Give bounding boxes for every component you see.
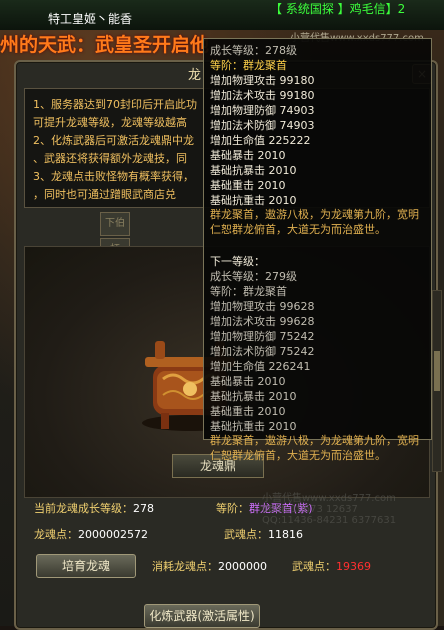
tooltip-attribute-line: 基础暴击 2010 bbox=[210, 149, 286, 162]
cost-dragon-stat: 消耗龙魂点：2000000 bbox=[152, 558, 267, 574]
tooltip-attribute-line: 基础重击 2010 bbox=[210, 179, 286, 192]
tooltip-lore-text: 群龙聚首，遨游八极，为龙魂第九阶，宽明仁恕群龙俯首，大道无为而治盛世。 bbox=[210, 208, 419, 236]
tooltip-next-attribute-line: 基础抗重击 2010 bbox=[210, 420, 297, 433]
tooltip-attribute-line: 增加法术防御 74903 bbox=[210, 119, 315, 132]
tooltip-next-attribute-line: 增加法术防御 75242 bbox=[210, 345, 315, 358]
rank-label: 等阶： bbox=[216, 502, 249, 515]
description-line: 可提升龙魂等级，龙魂等级越高 bbox=[33, 116, 187, 129]
watermark-line: QQ:11436-84231 6377631 bbox=[262, 515, 397, 526]
tooltip-attribute-line: 增加生命值 225222 bbox=[210, 134, 311, 147]
cost-weapon-label: 武魂点： bbox=[292, 560, 336, 573]
dragon-points-label: 龙魂点： bbox=[34, 528, 78, 541]
description-line: 1、服务器达到70封印后开启此功 bbox=[33, 98, 197, 111]
tooltip-next-header: 下一等级： bbox=[210, 255, 265, 268]
watermark-line: 0888-10673 12637 bbox=[262, 504, 358, 515]
weapon-points-label: 武魂点： bbox=[224, 528, 268, 541]
tooltip-next-attribute-line: 成长等级：279级 bbox=[210, 270, 297, 283]
description-line: ，同时也可通过蹭眼武商店兑 bbox=[33, 188, 176, 201]
tooltip-attribute-line: 基础抗重击 2010 bbox=[210, 194, 297, 207]
top-bar: 特工皇姬丶能香 【 系统国探 】鸡毛信】2 bbox=[0, 0, 444, 30]
dragon-points-value: 2000002572 bbox=[78, 528, 148, 541]
tooltip-next-attribute-line: 增加物理攻击 99628 bbox=[210, 300, 315, 313]
panel-title: 龙 bbox=[188, 68, 202, 83]
tooltip-next-attribute-line: 增加生命值 226241 bbox=[210, 360, 311, 373]
cost-dragon-label: 消耗龙魂点： bbox=[152, 560, 218, 573]
equipment-slot[interactable]: 下伯 bbox=[100, 212, 130, 236]
growth-level-value: 278 bbox=[133, 502, 154, 515]
cultivate-dragon-soul-button[interactable]: 培育龙魂 bbox=[36, 554, 136, 578]
dragon-points-stat: 龙魂点：2000002572 bbox=[34, 526, 148, 542]
cost-weapon-value: 19369 bbox=[336, 560, 371, 573]
watermark: 小营代售www.xxds777.com 0888-10673 12637 QQ:… bbox=[262, 493, 396, 526]
tooltip-next-attribute-line: 等阶：群龙聚首 bbox=[210, 285, 287, 298]
description-line: 、武器还将获得额外龙魂技，同 bbox=[33, 152, 187, 165]
tooltip-attribute-line: 基础抗暴击 2010 bbox=[210, 164, 297, 177]
refine-weapon-button[interactable]: 化炼武器(激活属性) bbox=[144, 604, 260, 628]
cost-weapon-stat: 武魂点：19369 bbox=[292, 558, 371, 574]
tooltip-scrollbar[interactable] bbox=[432, 290, 442, 472]
tooltip-lore-text: 群龙聚首，遨游八极，为龙魂第九阶，宽明仁恕群龙俯首，大道无为而治盛世。 bbox=[210, 434, 419, 462]
scrollbar-thumb[interactable] bbox=[434, 351, 440, 391]
system-message: 【 系统国探 】鸡毛信】2 bbox=[270, 2, 406, 16]
tooltip-attribute-line: 增加法术攻击 99180 bbox=[210, 89, 315, 102]
description-line: 2、化炼武器后可激活龙魂鼎中龙 bbox=[33, 134, 194, 147]
scrolling-announcement: 州的天武：武皇圣开启他 bbox=[0, 34, 210, 56]
description-line: 3、龙魂点击败怪物有概率获得， bbox=[33, 170, 194, 183]
growth-level-label: 当前龙魂成长等级： bbox=[34, 502, 133, 515]
tooltip-next-attribute-line: 基础暴击 2010 bbox=[210, 375, 286, 388]
tooltip-next-attribute-line: 基础抗暴击 2010 bbox=[210, 390, 297, 403]
cost-dragon-value: 2000000 bbox=[218, 560, 267, 573]
watermark-line: 小营代售www.xxds777.com bbox=[262, 493, 396, 504]
tooltip-next-attribute-line: 增加物理防御 75242 bbox=[210, 330, 315, 343]
tooltip-attribute-line: 成长等级：278级 bbox=[210, 44, 297, 57]
tooltip-next-attribute-line: 增加法术攻击 99628 bbox=[210, 315, 315, 328]
weapon-points-stat: 武魂点：11816 bbox=[224, 526, 303, 542]
growth-level-stat: 当前龙魂成长等级：278 bbox=[34, 500, 154, 516]
tooltip-attribute-line: 增加物理攻击 99180 bbox=[210, 74, 315, 87]
tooltip-rank-line: 等阶：群龙聚首 bbox=[210, 59, 287, 72]
tooltip-attribute-line: 增加物理防御 74903 bbox=[210, 104, 315, 117]
tooltip-next-attribute-line: 基础重击 2010 bbox=[210, 405, 286, 418]
attribute-tooltip: 成长等级：278级 等阶：群龙聚首 增加物理攻击 99180 增加法术攻击 99180… bbox=[203, 38, 432, 462]
weapon-points-value: 11816 bbox=[268, 528, 303, 541]
player-name: 特工皇姬丶能香 bbox=[48, 12, 133, 26]
